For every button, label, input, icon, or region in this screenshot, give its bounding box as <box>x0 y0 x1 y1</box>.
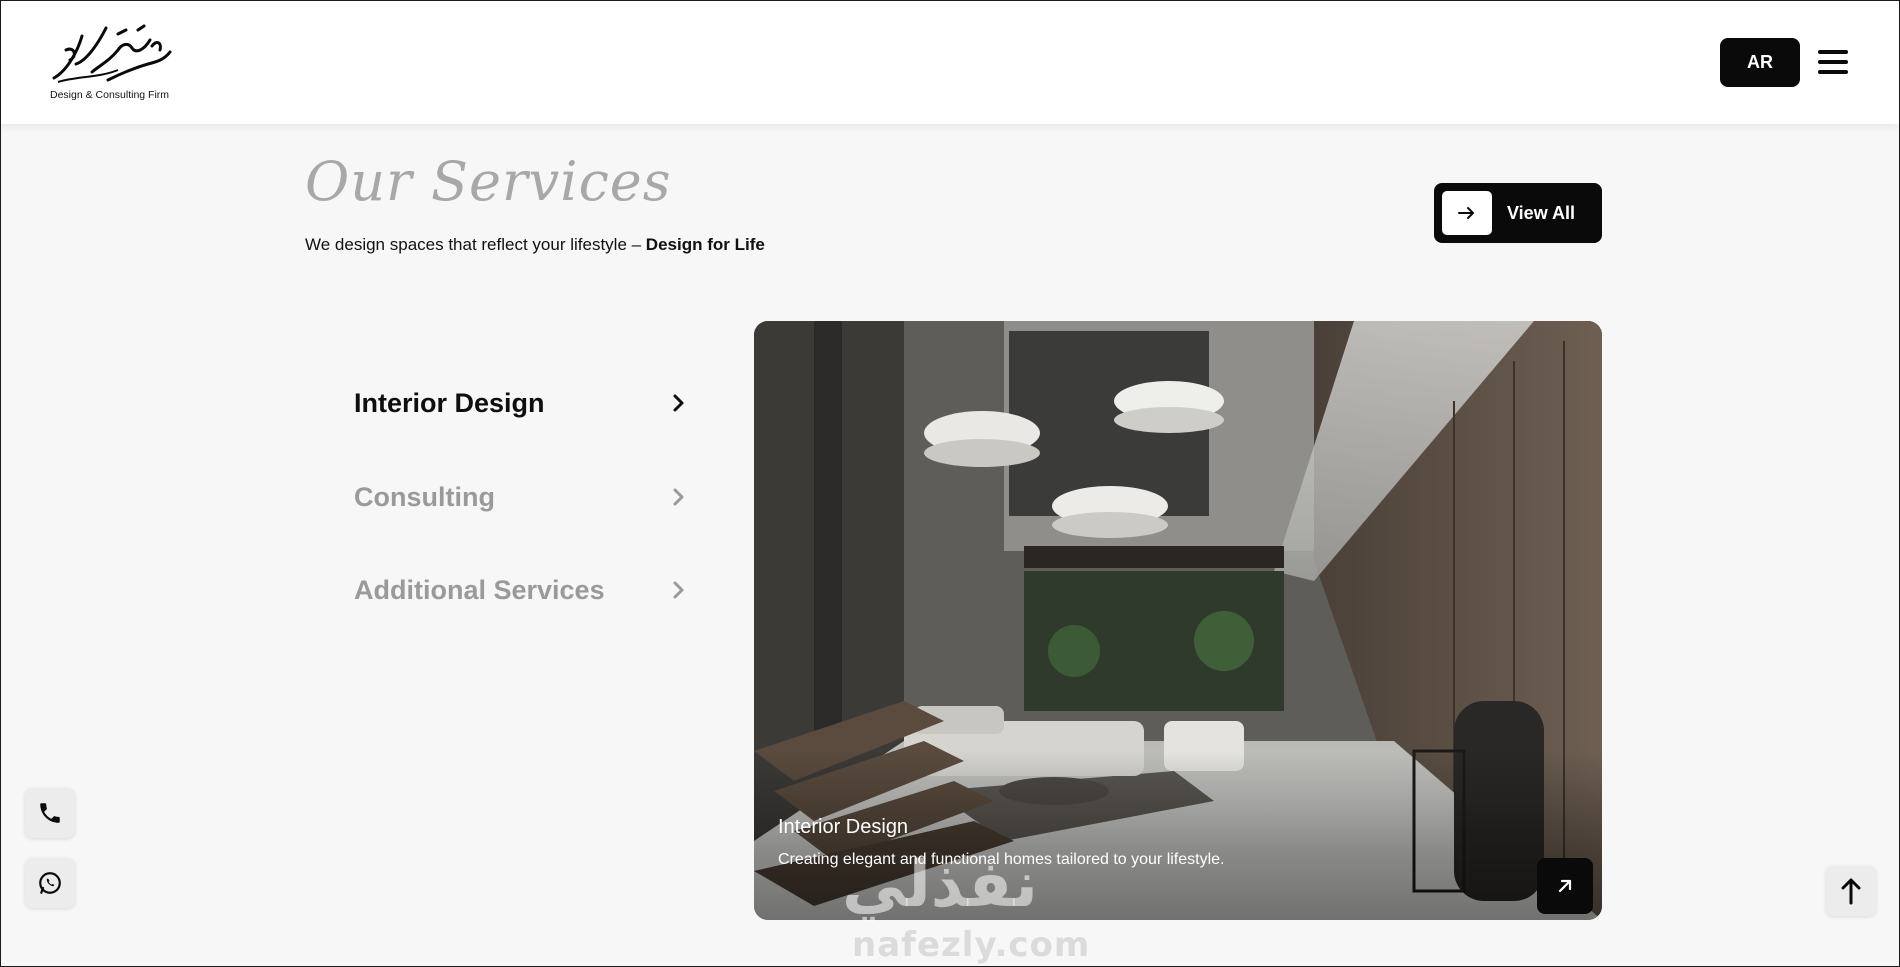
view-all-button[interactable]: View All <box>1434 183 1602 243</box>
subtitle-text: We design spaces that reflect your lifes… <box>305 235 646 254</box>
logo[interactable]: Design & Consulting Firm <box>48 20 172 106</box>
menu-bar <box>1818 60 1848 64</box>
view-all-label: View All <box>1507 202 1576 223</box>
arrow-up-right-icon[interactable] <box>1537 858 1593 914</box>
chevron-right-icon <box>673 394 684 412</box>
service-item-consulting[interactable]: Consulting <box>354 477 689 517</box>
service-label: Consulting <box>354 481 495 512</box>
section-subtitle: We design spaces that reflect your lifes… <box>305 235 765 255</box>
hamburger-menu-icon[interactable] <box>1816 46 1850 78</box>
whatsapp-icon[interactable] <box>25 858 75 908</box>
menu-bar <box>1818 50 1848 54</box>
watermark-latin: nafezly.com <box>852 925 1091 965</box>
card-title: Interior Design <box>778 816 909 838</box>
subtitle-emphasis: Design for Life <box>645 235 765 254</box>
site-header: Design & Consulting Firm AR <box>0 0 1900 124</box>
service-image-card[interactable]: Interior Design Creating elegant and fun… <box>754 321 1602 920</box>
service-label: Additional Services <box>354 574 605 605</box>
section-title: Our Services <box>305 150 672 213</box>
arrow-right-icon <box>1442 191 1492 235</box>
arrow-up-icon[interactable] <box>1826 866 1876 916</box>
logo-calligraphy <box>52 24 172 83</box>
logo-tagline: Design & Consulting Firm <box>50 89 170 101</box>
chevron-right-icon <box>673 581 684 599</box>
language-toggle-button[interactable]: AR <box>1720 38 1800 87</box>
menu-bar <box>1818 70 1848 74</box>
watermark-arabic: نفذلي <box>842 848 1038 922</box>
phone-icon[interactable] <box>25 788 75 838</box>
service-item-additional-services[interactable]: Additional Services <box>354 570 689 610</box>
chevron-right-icon <box>673 488 684 506</box>
service-item-interior-design[interactable]: Interior Design <box>354 383 689 423</box>
service-label: Interior Design <box>354 387 545 418</box>
